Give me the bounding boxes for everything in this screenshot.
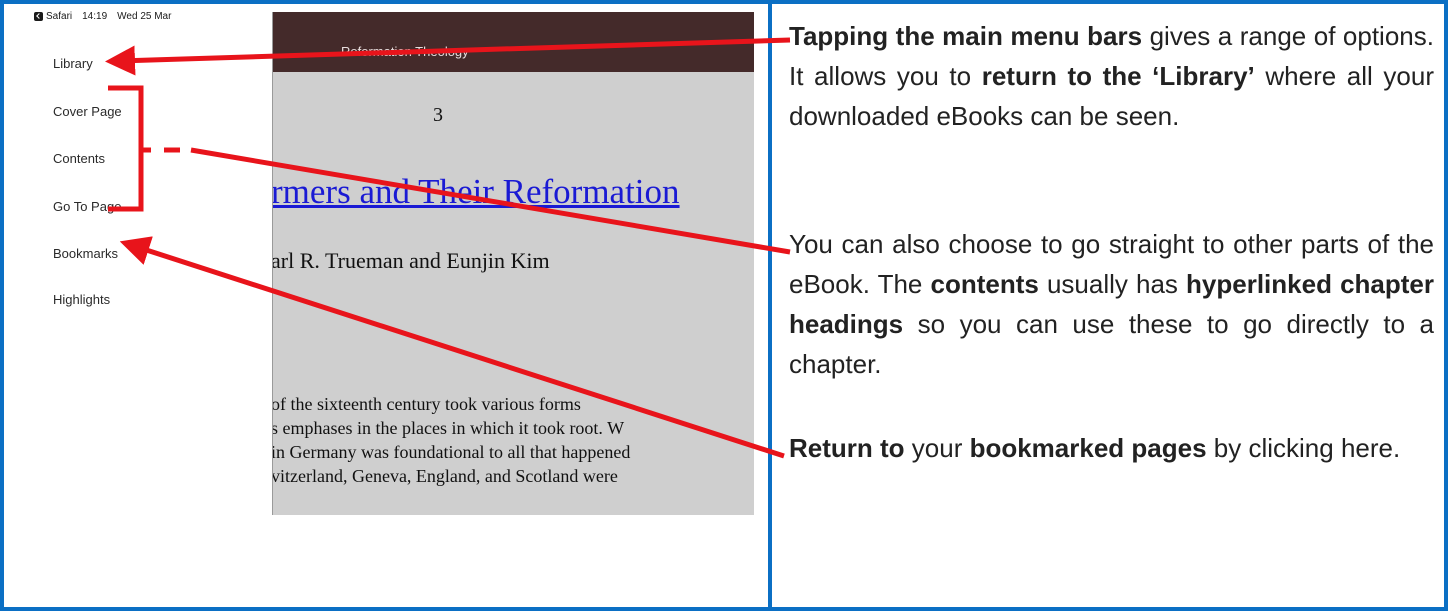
back-to-safari-icon[interactable] bbox=[34, 12, 43, 21]
explanation-text: by clicking here. bbox=[1206, 433, 1401, 463]
body-line: in Germany was foundational to all that … bbox=[272, 442, 631, 462]
menu-item-cover-page[interactable]: Cover Page bbox=[53, 104, 122, 119]
explanation-bold: Return to bbox=[789, 433, 905, 463]
explanation-bold: contents bbox=[930, 269, 1039, 299]
menu-item-bookmarks[interactable]: Bookmarks bbox=[53, 246, 118, 261]
explanation-text: your bbox=[904, 433, 970, 463]
status-bar: Safari 14:19 Wed 25 Mar bbox=[34, 11, 171, 22]
explanation-bold: return to the ‘Library’ bbox=[981, 61, 1255, 91]
status-time: 14:19 bbox=[82, 11, 108, 22]
status-app[interactable]: Safari bbox=[46, 11, 72, 22]
chapter-title-link[interactable]: rmers and Their Reformation bbox=[273, 172, 680, 212]
book-header-title: Reformation Theology bbox=[341, 44, 469, 59]
body-line: s emphases in the places in which it too… bbox=[272, 418, 625, 438]
body-line: of the sixteenth century took various fo… bbox=[272, 394, 581, 414]
chapter-authors: arl R. Trueman and Eunjin Kim bbox=[272, 248, 550, 273]
explanation-bookmarks: Return to your bookmarked pages by click… bbox=[789, 428, 1434, 468]
page-number: 3 bbox=[433, 104, 443, 126]
explanation-bold: bookmarked pages bbox=[969, 433, 1207, 463]
book-header-bar[interactable]: Reformation Theology bbox=[273, 12, 754, 72]
explanation-menu-library: Tapping the main menu bars gives a range… bbox=[789, 16, 1434, 136]
body-text: of the sixteenth century took various fo… bbox=[272, 392, 754, 488]
menu-item-library[interactable]: Library bbox=[53, 56, 93, 71]
status-date: Wed 25 Mar bbox=[117, 11, 172, 22]
menu-item-highlights[interactable]: Highlights bbox=[53, 292, 110, 307]
explanation-text: usually has bbox=[1038, 269, 1187, 299]
menu-item-go-to-page[interactable]: Go To Page bbox=[53, 199, 121, 214]
ipad-screenshot-panel: Safari 14:19 Wed 25 Mar Library Cover Pa… bbox=[0, 0, 772, 611]
explanation-bold: Tapping the main menu bars bbox=[789, 21, 1143, 51]
book-page: Reformation Theology 3 rmers and Their R… bbox=[272, 12, 754, 515]
explanation-contents: You can also choose to go straight to ot… bbox=[789, 224, 1434, 384]
body-line: vitzerland, Geneva, England, and Scotlan… bbox=[272, 466, 618, 486]
menu-item-contents[interactable]: Contents bbox=[53, 151, 105, 166]
